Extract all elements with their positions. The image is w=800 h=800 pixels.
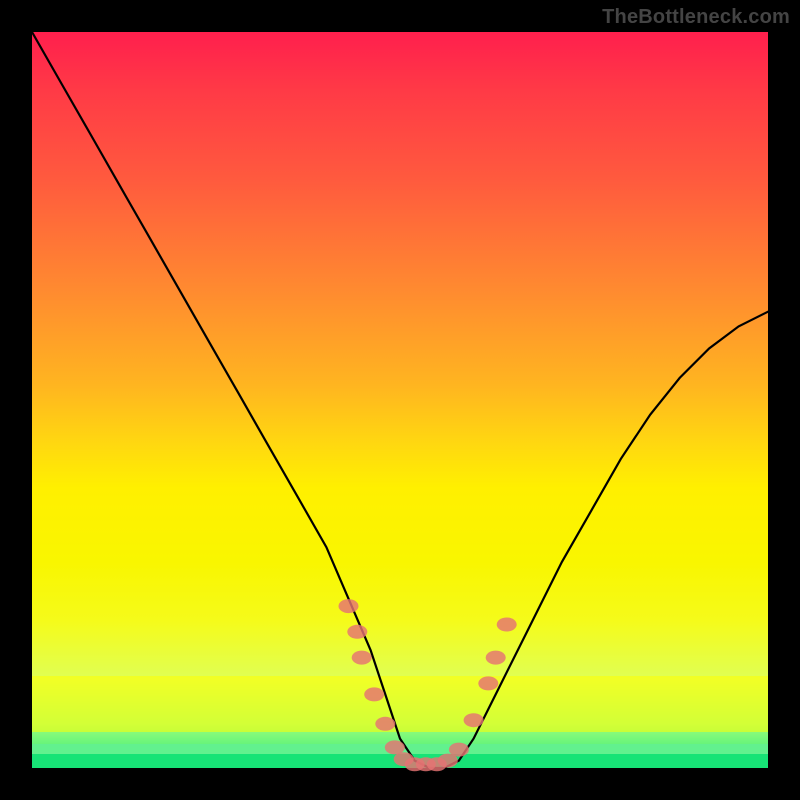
curve-layer xyxy=(32,32,768,768)
chart-stage: TheBottleneck.com xyxy=(0,0,800,800)
emphasis-dot xyxy=(449,743,469,757)
emphasis-dot xyxy=(352,651,372,665)
emphasis-dot xyxy=(339,599,359,613)
watermark-text: TheBottleneck.com xyxy=(602,6,790,29)
emphasis-dot xyxy=(486,651,506,665)
plot-area xyxy=(32,32,768,768)
emphasis-dot xyxy=(347,625,367,639)
bottleneck-curve xyxy=(32,32,768,768)
emphasis-dot xyxy=(385,740,405,754)
emphasis-dot xyxy=(497,618,517,632)
emphasis-dot xyxy=(375,717,395,731)
emphasis-dot xyxy=(364,687,384,701)
emphasis-dot xyxy=(478,676,498,690)
emphasis-markers xyxy=(339,599,517,771)
emphasis-dot xyxy=(464,713,484,727)
